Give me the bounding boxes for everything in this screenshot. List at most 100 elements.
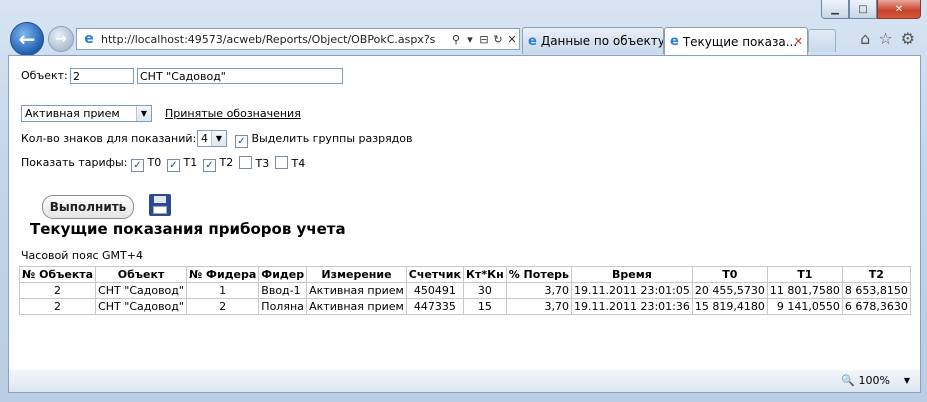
table-cell: 15	[462, 298, 507, 315]
column-header: № Объекта	[18, 266, 97, 283]
back-arrow-icon: ←	[18, 27, 36, 51]
column-header: T0	[691, 266, 768, 283]
close-tab-icon[interactable]: ✕	[794, 35, 803, 48]
table-cell: 19.11.2011 23:01:36	[570, 298, 693, 315]
column-header: % Потерь	[505, 266, 572, 283]
zoom-control[interactable]: 🔍 100%	[841, 374, 890, 387]
forward-button[interactable]: →	[48, 26, 74, 52]
column-header: Объект	[95, 266, 187, 283]
table-cell: 3,70	[505, 298, 572, 315]
dropdown-icon[interactable]: ▾	[463, 33, 477, 46]
tariff-t3[interactable]: T3	[239, 156, 269, 170]
digits-label: Кол-во знаков для показаний:	[21, 132, 197, 145]
table-cell: Активная прием	[306, 298, 407, 315]
measurement-select[interactable]: Активная прием ▼	[21, 105, 152, 122]
column-header: T1	[766, 266, 843, 283]
back-button[interactable]: ←	[10, 22, 44, 56]
table-cell: Активная прием	[306, 282, 407, 299]
zoom-dropdown-icon[interactable]: ▼	[904, 376, 910, 385]
object-name-input[interactable]	[137, 68, 343, 84]
table-cell: 11 801,7580	[766, 282, 843, 299]
gear-icon[interactable]: ⚙	[901, 29, 915, 48]
favorites-star-icon[interactable]: ☆	[878, 29, 892, 48]
status-bar: 🔍 100% ▼	[8, 370, 921, 393]
tariff-checkbox[interactable]: ✓	[167, 159, 180, 172]
close-button[interactable]: ✕	[877, 0, 921, 19]
table-cell: 450491	[405, 282, 464, 299]
tab-label: Данные по объекту	[540, 34, 664, 48]
run-button[interactable]: Выполнить	[42, 195, 134, 219]
table-cell: 9 141,0550	[766, 298, 843, 315]
page-content: Объект: Активная прием ▼ Принятые обозна…	[8, 55, 921, 371]
stop-icon[interactable]: ✕	[505, 33, 519, 46]
column-header: Время	[570, 266, 693, 283]
forward-arrow-icon: →	[55, 31, 67, 47]
table-cell: 2	[18, 282, 97, 299]
tariff-checkbox[interactable]: ✓	[203, 159, 216, 172]
digits-select-value: 4	[201, 132, 208, 145]
table-cell: 20 455,5730	[691, 282, 768, 299]
table-row: 2 СНТ "Садовод" 2 Поляна Активная прием …	[18, 298, 911, 315]
tariff-label: T1	[183, 156, 198, 169]
ie-tab-icon: e	[670, 34, 679, 49]
column-header: T2	[841, 266, 911, 283]
report-title: Текущие показания приборов учета	[30, 220, 346, 238]
column-header: Счетчик	[405, 266, 464, 283]
tariff-t1[interactable]: ✓ T1	[167, 156, 197, 172]
tariff-label: T4	[291, 157, 306, 170]
table-header-row: № Объекта Объект № Фидера Фидер Измерени…	[18, 266, 911, 283]
tariff-label: T3	[255, 157, 270, 170]
legend-link[interactable]: Принятые обозначения	[165, 107, 301, 120]
ie-page-icon: e	[84, 31, 94, 47]
ie-tab-icon: e	[528, 33, 537, 49]
column-header: № Фидера	[185, 266, 260, 283]
tariff-label: T0	[147, 156, 162, 169]
search-icon[interactable]: ⚲	[449, 33, 463, 46]
table-cell: 30	[462, 282, 507, 299]
refresh-icon[interactable]: ↻	[491, 33, 505, 46]
table-cell: 8 653,8150	[841, 282, 911, 299]
zoom-level: 100%	[858, 374, 890, 387]
digits-select[interactable]: 4 ▼	[197, 130, 227, 147]
browser-toolbar: ⌂ ☆ ⚙	[860, 29, 915, 48]
timezone-label: Часовой пояс GMT+4	[21, 249, 143, 262]
tariff-checkbox[interactable]	[239, 156, 252, 169]
measurement-select-value: Активная прием	[25, 107, 120, 120]
tab-object-data[interactable]: e Данные по объекту	[522, 27, 664, 54]
table-cell: 1	[185, 282, 260, 299]
table-cell: 2	[18, 298, 97, 315]
save-floppy-icon[interactable]	[149, 194, 171, 216]
group-digits-checkbox[interactable]: ✓	[235, 135, 248, 148]
table-cell: Ввод-1	[258, 282, 308, 299]
address-url: http://localhost:49573/acweb/Reports/Obj…	[101, 32, 436, 46]
home-icon[interactable]: ⌂	[860, 29, 870, 48]
zoom-icon: 🔍	[841, 374, 856, 387]
column-header: Измерение	[306, 266, 407, 283]
table-cell: СНТ "Садовод"	[95, 282, 187, 299]
address-bar[interactable]: e http://localhost:49573/acweb/Reports/O…	[76, 28, 520, 50]
tariff-t2[interactable]: ✓ T2	[203, 156, 233, 172]
tab-label: Текущие показа...	[682, 34, 798, 49]
table-cell: Поляна	[258, 298, 308, 315]
column-header: Кт*Кн	[462, 266, 507, 283]
object-id-input[interactable]	[70, 68, 134, 84]
tariff-checkbox[interactable]: ✓	[131, 159, 144, 172]
minimize-button[interactable]: ▁	[821, 0, 849, 19]
table-cell: 6 678,3630	[841, 298, 911, 315]
tariff-t0[interactable]: ✓ T0	[131, 156, 161, 172]
new-tab-button[interactable]	[808, 29, 836, 52]
readings-table: № Объекта Объект № Фидера Фидер Измерени…	[18, 266, 911, 315]
chevron-down-icon: ▼	[136, 106, 151, 121]
tariffs-label: Показать тарифы:	[21, 156, 128, 169]
table-cell: 3,70	[505, 282, 572, 299]
tariff-checkbox[interactable]	[275, 156, 288, 169]
maximize-button[interactable]: □	[849, 0, 877, 19]
compat-view-icon[interactable]: ⊟	[477, 33, 491, 46]
tab-current-readings[interactable]: e Текущие показа... ✕	[664, 27, 808, 55]
table-cell: 19.11.2011 23:01:05	[570, 282, 693, 299]
group-digits-option[interactable]: ✓ Выделить группы разрядов	[235, 132, 413, 148]
table-cell: 2	[185, 298, 260, 315]
tariff-t4[interactable]: T4	[275, 156, 305, 170]
group-digits-label: Выделить группы разрядов	[251, 132, 413, 145]
table-row: 2 СНТ "Садовод" 1 Ввод-1 Активная прием …	[18, 282, 911, 299]
